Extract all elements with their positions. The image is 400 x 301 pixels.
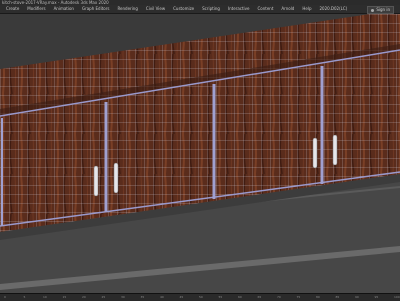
menu-item-content[interactable]: Content xyxy=(253,5,277,13)
menu-list: Create Modifiers Animation Graph Editors Ren… xyxy=(2,5,347,13)
door-handle-3 xyxy=(312,137,318,169)
menu-item-graph-editors[interactable]: Graph Editors xyxy=(78,5,113,13)
sign-in-button[interactable]: Sign in xyxy=(367,6,394,14)
timeline-tick: 45 xyxy=(179,295,184,299)
timeline-tick: 80 xyxy=(316,295,320,299)
timeline-tick: 70 xyxy=(277,295,281,299)
menu-bar: Create Modifiers Animation Graph Editors Ren… xyxy=(0,5,400,14)
menu-item-arnold[interactable]: Arnold xyxy=(277,5,298,13)
timeline-tick: 15 xyxy=(62,295,67,299)
timeline-tick: 0 xyxy=(4,295,6,299)
menu-item-rendering[interactable]: Rendering xyxy=(113,5,141,13)
menu-item-interactive[interactable]: Interactive xyxy=(224,5,254,13)
menu-item-create[interactable]: Create xyxy=(2,5,23,13)
menu-item-animation[interactable]: Animation xyxy=(50,5,78,13)
timeline-tick: 35 xyxy=(140,295,145,299)
timeline-tick: 95 xyxy=(374,295,379,299)
timeline-tick: 55 xyxy=(218,295,223,299)
door-handle-1 xyxy=(93,165,99,197)
timeline-tick: 40 xyxy=(160,295,164,299)
timeline-tick: 85 xyxy=(335,295,340,299)
timeline-tick: 65 xyxy=(257,295,262,299)
timeline-tick: 20 xyxy=(82,295,86,299)
timeline-tick: 30 xyxy=(121,295,125,299)
timeline-tick: 100 xyxy=(394,295,400,299)
perspective-viewport[interactable] xyxy=(0,14,400,294)
timeline-tick: 90 xyxy=(355,295,359,299)
menu-item-scripting[interactable]: Scripting xyxy=(198,5,224,13)
timeline-tick: 75 xyxy=(296,295,301,299)
timeline-tick: 10 xyxy=(43,295,47,299)
menu-item-help[interactable]: Help xyxy=(298,5,315,13)
timeline-tick: 50 xyxy=(199,295,203,299)
user-icon xyxy=(371,8,375,12)
menu-item-2020-d02-lc-[interactable]: 2020.D02(LC) xyxy=(315,5,351,13)
door-handle-4 xyxy=(332,134,338,166)
timeline-tick: 60 xyxy=(238,295,242,299)
sign-in-label: Sign in xyxy=(376,7,390,12)
menu-item-modifiers[interactable]: Modifiers xyxy=(23,5,49,13)
door-handle-2 xyxy=(113,162,119,194)
timeline-tick: 5 xyxy=(23,295,26,299)
menu-item-customize[interactable]: Customize xyxy=(169,5,198,13)
timeline-tick: 25 xyxy=(101,295,106,299)
menu-item-civil-view[interactable]: Civil View xyxy=(142,5,169,13)
